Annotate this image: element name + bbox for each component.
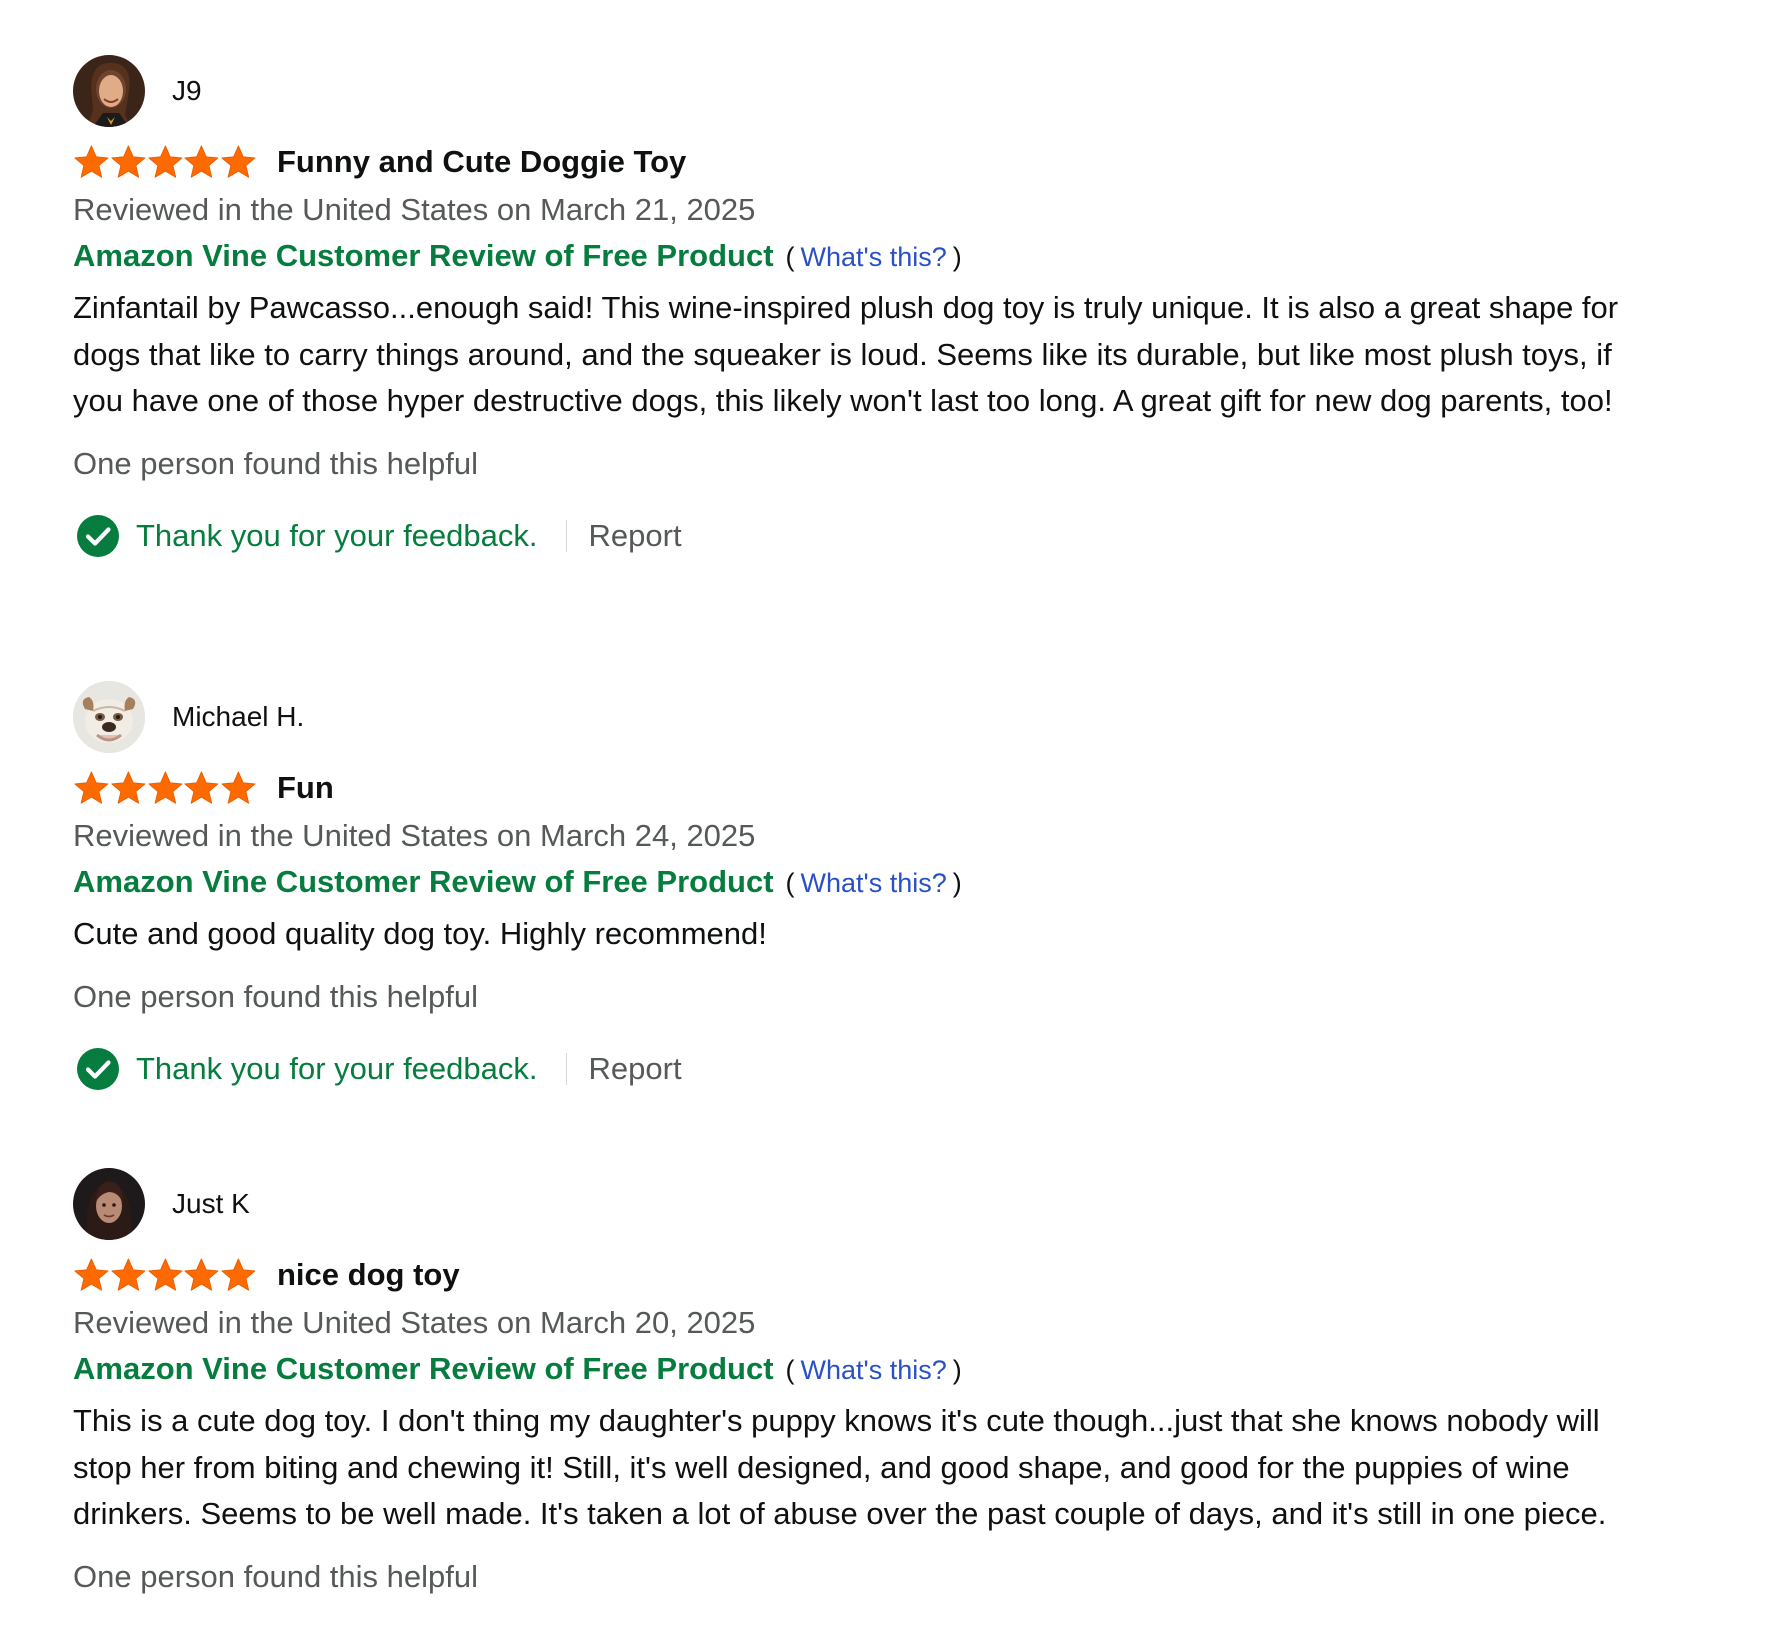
review-title[interactable]: Fun [277,770,334,806]
star-icon [220,1257,257,1294]
report-link[interactable]: Report [589,1051,682,1087]
review-card: J9 Funny and Cute Doggie Toy Reviewed in… [73,55,1653,561]
star-icon [110,1257,147,1294]
report-link[interactable]: Report [589,518,682,554]
star-icon [220,144,257,181]
star-icon [73,770,110,807]
feedback-row: Thank you for your feedback. Report [73,1044,1653,1094]
star-icon [220,770,257,807]
helpful-count: One person found this helpful [73,445,478,481]
star-rating[interactable] [73,1257,257,1294]
avatar-image [73,681,145,753]
paren-open: ( [785,868,795,898]
reviewer-name[interactable]: Michael H. [172,701,304,733]
avatar-image [73,55,145,127]
star-icon [73,144,110,181]
review-card: Just K nice dog toy Reviewed in the Unit… [73,1168,1653,1600]
star-icon [147,144,184,181]
divider [565,519,567,552]
reviewer-name[interactable]: J9 [172,75,202,107]
vine-badge: Amazon Vine Customer Review of Free Prod… [73,864,774,899]
star-icon [183,770,220,807]
vine-badge-row: Amazon Vine Customer Review of Free Prod… [73,233,1653,279]
paren-open: ( [785,1355,795,1385]
reviewer-profile[interactable]: Michael H. [73,681,1653,753]
title-row: Funny and Cute Doggie Toy [73,137,1653,187]
star-icon [110,144,147,181]
feedback-row: Thank you for your feedback. Report [73,511,1653,561]
star-icon [183,1257,220,1294]
star-icon [73,1257,110,1294]
star-rating[interactable] [73,770,257,807]
check-circle-icon [76,514,120,558]
vine-badge: Amazon Vine Customer Review of Free Prod… [73,1351,774,1386]
whats-this-link[interactable]: What's this? [801,234,947,280]
review-date: Reviewed in the United States on March 2… [73,818,756,853]
review-body: Cute and good quality dog toy. Highly re… [73,916,767,951]
reviewer-name[interactable]: Just K [172,1188,250,1220]
paren-open: ( [785,242,795,272]
reviewer-profile[interactable]: J9 [73,55,1653,127]
star-icon [110,770,147,807]
review-date: Reviewed in the United States on March 2… [73,192,756,227]
star-icon [147,770,184,807]
feedback-confirmation: Thank you for your feedback. [136,517,538,553]
divider [565,1052,567,1085]
title-row: nice dog toy [73,1250,1653,1300]
avatar[interactable] [73,1168,145,1240]
whats-this-link[interactable]: What's this? [801,860,947,906]
avatar[interactable] [73,681,145,753]
paren-close: ) [952,868,962,898]
review-date: Reviewed in the United States on March 2… [73,1305,756,1340]
review-body: This is a cute dog toy. I don't thing my… [73,1403,1607,1531]
star-rating[interactable] [73,144,257,181]
avatar-image [73,1168,145,1240]
vine-badge-row: Amazon Vine Customer Review of Free Prod… [73,859,1653,905]
review-card: Michael H. Fun Reviewed in the United St… [73,681,1653,1094]
paren-close: ) [952,242,962,272]
helpful-count: One person found this helpful [73,1558,478,1594]
whats-this-link[interactable]: What's this? [801,1347,947,1393]
avatar[interactable] [73,55,145,127]
title-row: Fun [73,763,1653,813]
check-circle-icon [76,1047,120,1091]
feedback-confirmation: Thank you for your feedback. [136,1050,538,1086]
review-title[interactable]: nice dog toy [277,1257,460,1293]
paren-close: ) [952,1355,962,1385]
vine-badge: Amazon Vine Customer Review of Free Prod… [73,238,774,273]
review-body: Zinfantail by Pawcasso...enough said! Th… [73,290,1619,418]
helpful-count: One person found this helpful [73,978,478,1014]
star-icon [147,1257,184,1294]
review-title[interactable]: Funny and Cute Doggie Toy [277,144,686,180]
vine-badge-row: Amazon Vine Customer Review of Free Prod… [73,1346,1653,1392]
reviewer-profile[interactable]: Just K [73,1168,1653,1240]
star-icon [183,144,220,181]
